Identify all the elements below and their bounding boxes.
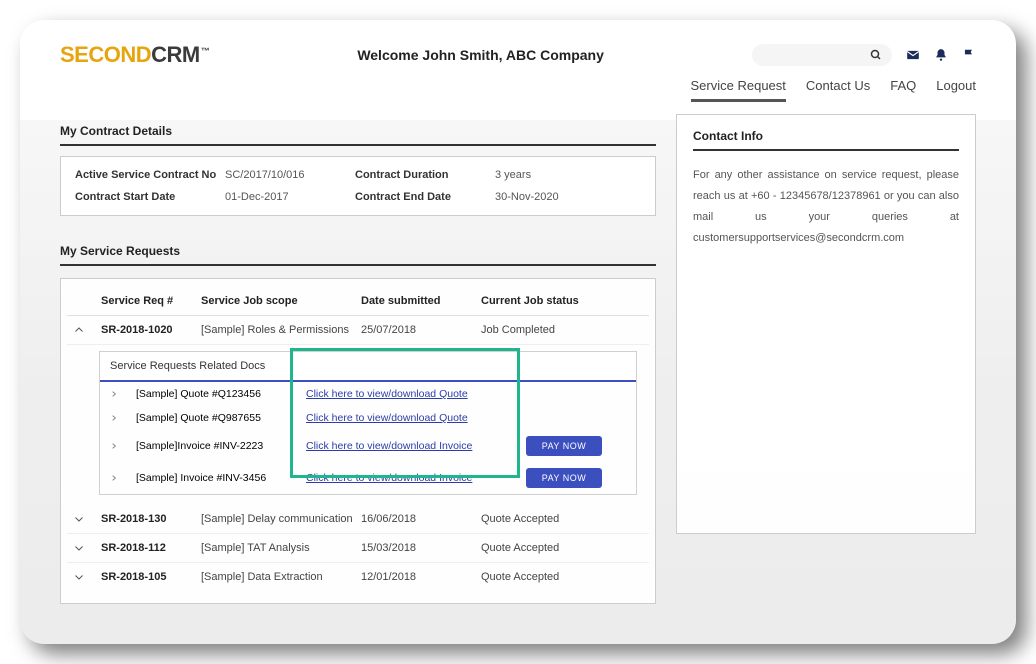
contract-start-value: 01-Dec-2017 xyxy=(225,191,355,203)
request-id: SR-2018-1020 xyxy=(101,324,201,336)
mail-icon[interactable] xyxy=(906,48,920,62)
request-status: Job Completed xyxy=(481,324,621,336)
contact-title: Contact Info xyxy=(693,129,959,151)
doc-name: [Sample] Quote #Q123456 xyxy=(136,388,306,400)
nav-logout[interactable]: Logout xyxy=(936,78,976,102)
request-row[interactable]: SR-2018-130 [Sample] Delay communication… xyxy=(67,505,649,534)
nav-row: Service Request Contact Us FAQ Logout xyxy=(60,78,976,102)
welcome-message: Welcome John Smith, ABC Company xyxy=(225,47,736,63)
doc-link[interactable]: Click here to view/download Quote xyxy=(306,412,526,424)
search-input[interactable] xyxy=(752,44,892,66)
contract-no-label: Active Service Contract No xyxy=(75,169,225,181)
chevron-right-icon[interactable] xyxy=(110,474,118,482)
contract-end-value: 30-Nov-2020 xyxy=(495,191,615,203)
contract-start-label: Contract Start Date xyxy=(75,191,225,203)
request-status: Quote Accepted xyxy=(481,571,621,583)
chevron-down-icon xyxy=(73,571,85,583)
doc-link[interactable]: Click here to view/download Invoice xyxy=(306,472,526,484)
request-scope: [Sample] TAT Analysis xyxy=(201,542,361,554)
request-scope: [Sample] Delay communication xyxy=(201,513,361,525)
doc-name: [Sample] Quote #Q987655 xyxy=(136,412,306,424)
contact-body: For any other assistance on service requ… xyxy=(693,165,959,249)
request-date: 15/03/2018 xyxy=(361,542,481,554)
request-id: SR-2018-112 xyxy=(101,542,201,554)
request-scope: [Sample] Data Extraction xyxy=(201,571,361,583)
logo-part1: SECOND xyxy=(60,42,151,68)
request-id: SR-2018-130 xyxy=(101,513,201,525)
request-date: 12/01/2018 xyxy=(361,571,481,583)
logo-tm: ™ xyxy=(201,46,210,56)
docs-panel: Service Requests Related Docs [Sample] Q… xyxy=(99,351,637,495)
logo: SECOND CRM ™ xyxy=(60,42,209,68)
request-id: SR-2018-105 xyxy=(101,571,201,583)
contract-no-value: SC/2017/10/016 xyxy=(225,169,355,181)
doc-link[interactable]: Click here to view/download Quote xyxy=(306,388,526,400)
doc-row: [Sample] Quote #Q123456 Click here to vi… xyxy=(100,382,636,406)
chevron-right-icon[interactable] xyxy=(110,390,118,398)
app-frame: SECOND CRM ™ Welcome John Smith, ABC Com… xyxy=(20,20,1016,644)
iconbar xyxy=(752,44,976,66)
request-row[interactable]: SR-2018-105 [Sample] Data Extraction 12/… xyxy=(67,563,649,591)
request-date: 25/07/2018 xyxy=(361,324,481,336)
col-job-scope: Service Job scope xyxy=(201,295,361,307)
chevron-right-icon[interactable] xyxy=(110,414,118,422)
docs-header: Service Requests Related Docs xyxy=(100,352,636,382)
doc-name: [Sample]Invoice #INV-2223 xyxy=(136,440,306,452)
request-row[interactable]: SR-2018-112 [Sample] TAT Analysis 15/03/… xyxy=(67,534,649,563)
request-row[interactable]: SR-2018-1020 [Sample] Roles & Permission… xyxy=(67,316,649,345)
requests-card: Service Req # Service Job scope Date sub… xyxy=(60,278,656,604)
col-job-status: Current Job status xyxy=(481,295,621,307)
flag-icon[interactable] xyxy=(962,48,976,62)
pay-now-button[interactable]: PAY NOW xyxy=(526,468,602,488)
doc-row: [Sample]Invoice #INV-2223 Click here to … xyxy=(100,430,636,462)
chevron-down-icon xyxy=(73,513,85,525)
contract-end-label: Contract End Date xyxy=(355,191,495,203)
doc-row: [Sample] Invoice #INV-3456 Click here to… xyxy=(100,462,636,494)
request-scope: [Sample] Roles & Permissions xyxy=(201,324,361,336)
request-status: Quote Accepted xyxy=(481,542,621,554)
chevron-down-icon xyxy=(73,542,85,554)
request-date: 16/06/2018 xyxy=(361,513,481,525)
nav-faq[interactable]: FAQ xyxy=(890,78,916,102)
contract-duration-label: Contract Duration xyxy=(355,169,495,181)
chevron-up-icon xyxy=(73,324,85,336)
pay-now-button[interactable]: PAY NOW xyxy=(526,436,602,456)
bell-icon[interactable] xyxy=(934,48,948,62)
requests-header: Service Req # Service Job scope Date sub… xyxy=(67,287,649,316)
contact-card: Contact Info For any other assistance on… xyxy=(676,114,976,534)
doc-link[interactable]: Click here to view/download Invoice xyxy=(306,440,526,452)
doc-name: [Sample] Invoice #INV-3456 xyxy=(136,472,306,484)
search-icon xyxy=(870,49,882,61)
nav-service-request[interactable]: Service Request xyxy=(691,78,786,102)
request-status: Quote Accepted xyxy=(481,513,621,525)
doc-row: [Sample] Quote #Q987655 Click here to vi… xyxy=(100,406,636,430)
contract-details-title: My Contract Details xyxy=(60,114,656,146)
logo-part2: CRM xyxy=(151,42,200,68)
col-service-req: Service Req # xyxy=(101,295,201,307)
chevron-right-icon[interactable] xyxy=(110,442,118,450)
col-date-submitted: Date submitted xyxy=(361,295,481,307)
contract-duration-value: 3 years xyxy=(495,169,615,181)
topbar: SECOND CRM ™ Welcome John Smith, ABC Com… xyxy=(60,42,976,68)
contract-card: Active Service Contract No SC/2017/10/01… xyxy=(60,156,656,216)
nav-contact-us[interactable]: Contact Us xyxy=(806,78,870,102)
requests-title: My Service Requests xyxy=(60,234,656,266)
